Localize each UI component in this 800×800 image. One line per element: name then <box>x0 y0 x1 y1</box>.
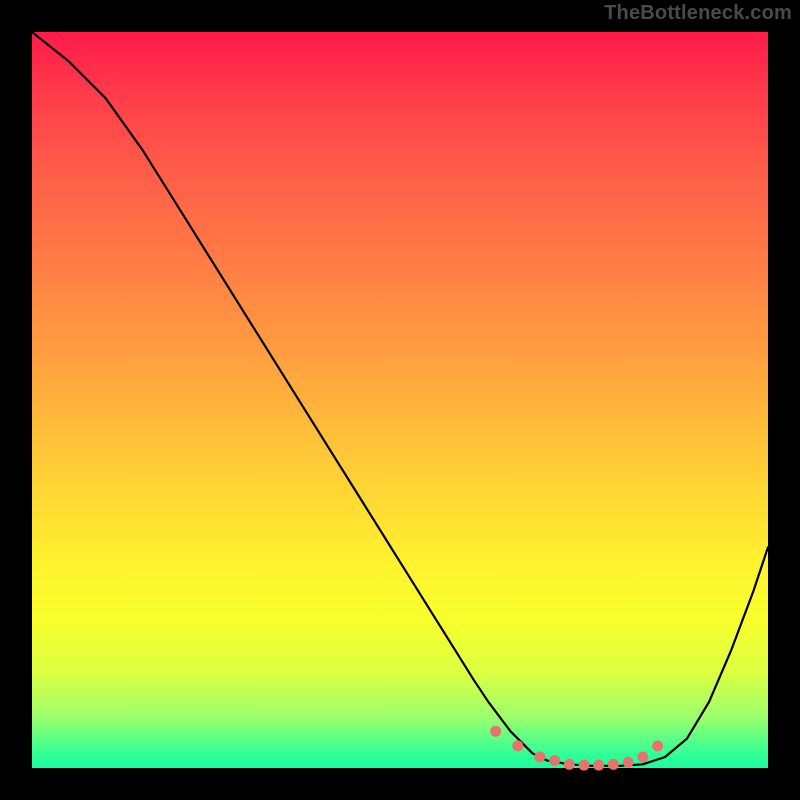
optimal-dot <box>534 752 545 763</box>
optimal-dot <box>549 755 560 766</box>
chart-frame: TheBottleneck.com <box>0 0 800 800</box>
plot-area <box>32 32 768 768</box>
curve-svg <box>32 32 768 768</box>
bottleneck-curve <box>32 32 768 766</box>
optimal-dot <box>579 760 590 771</box>
optimal-dot <box>608 759 619 770</box>
optimal-dot <box>490 726 501 737</box>
optimal-dot <box>593 760 604 771</box>
optimal-dot <box>637 752 648 763</box>
optimal-dot <box>564 759 575 770</box>
optimal-dot <box>512 740 523 751</box>
optimal-dot <box>652 740 663 751</box>
watermark-text: TheBottleneck.com <box>604 2 792 25</box>
optimal-dot <box>623 757 634 768</box>
